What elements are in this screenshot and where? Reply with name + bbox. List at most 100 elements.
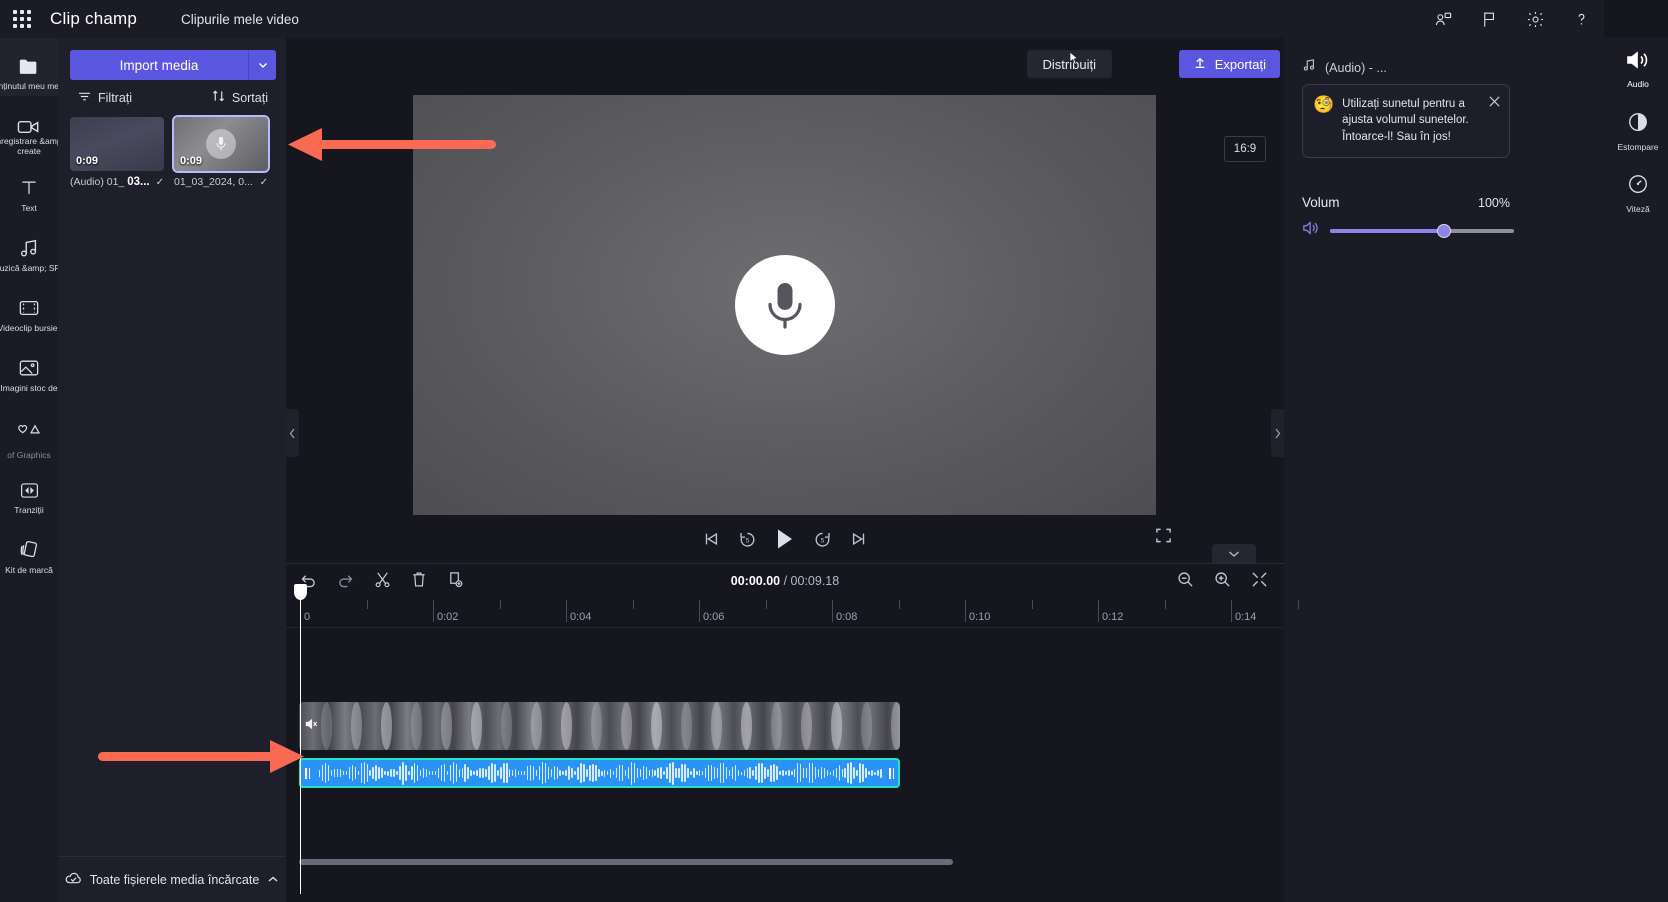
video-clip[interactable]	[299, 702, 900, 750]
sidebar-item-brand-kit[interactable]: Kit de marcă	[0, 520, 58, 580]
fullscreen-button[interactable]	[1155, 527, 1172, 549]
tab-speed[interactable]: Viteză	[1608, 162, 1668, 224]
split-button[interactable]	[374, 571, 391, 588]
help-question-icon[interactable]	[1558, 0, 1604, 38]
tab-fade[interactable]: Estompare	[1608, 100, 1668, 162]
brand-cards-icon	[18, 538, 40, 562]
heart-triangle-icon	[16, 421, 42, 437]
tab-audio[interactable]: Audio	[1608, 38, 1668, 100]
share-person-icon[interactable]	[1420, 0, 1466, 38]
time-separator: /	[780, 574, 791, 588]
timeline-left-tools	[300, 571, 464, 588]
preview-stage: Distribuiți Exportați 16:9 5 5	[286, 38, 1284, 563]
mouse-cursor	[1070, 52, 1078, 65]
chevron-down-icon[interactable]	[248, 50, 276, 80]
sidebar-item-graphics[interactable]: of Graphics	[0, 398, 58, 460]
playhead[interactable]	[294, 584, 307, 894]
settings-gear-icon[interactable]	[1512, 0, 1558, 38]
speaker-icon[interactable]	[1302, 220, 1320, 241]
properties-tab-rail: Audio Estompare Viteză	[1608, 38, 1668, 902]
filmstrip-frame	[411, 702, 422, 750]
project-name[interactable]: Clipurile mele video	[181, 12, 299, 27]
volume-label: Volum	[1302, 195, 1340, 210]
sidebar-item-label: Videoclip bursier	[0, 323, 61, 334]
collapse-right-panel-button[interactable]	[1271, 409, 1284, 457]
ruler-tick-minor	[765, 600, 767, 609]
sidebar-item-stock-images[interactable]: Imagini stoc de	[0, 338, 58, 398]
tip-callout: 🧐 Utilizați sunetul pentru a ajusta volu…	[1302, 84, 1510, 158]
timeline-right-tools	[1177, 571, 1268, 588]
filmstrip-frame	[831, 702, 842, 750]
ruler-tick	[699, 600, 700, 622]
microphone-icon	[734, 255, 835, 355]
zoom-in-button[interactable]	[1214, 571, 1231, 588]
ruler-label: 0:06	[703, 611, 725, 623]
thinking-face-emoji-icon: 🧐	[1313, 95, 1335, 114]
filter-button[interactable]: Filtrați	[78, 91, 132, 105]
redo-button[interactable]	[337, 571, 354, 588]
collapse-left-panel-button[interactable]	[286, 409, 299, 457]
avatar[interactable]	[1604, 0, 1668, 38]
sidebar-item-text[interactable]: Text	[0, 158, 58, 218]
sidebar-item-transitions[interactable]: Tranziții	[0, 460, 58, 520]
media-panel: Import media Filtrați Sortați 0:09 (Audi…	[58, 38, 286, 902]
filmstrip-frame	[891, 702, 900, 750]
sidebar-item-stock-video[interactable]: Videoclip bursier	[0, 278, 61, 338]
sidebar-item-label: Muzică &amp; SFX	[0, 263, 65, 274]
volume-slider-row[interactable]	[1302, 220, 1514, 241]
chevron-up-icon[interactable]	[267, 873, 279, 887]
ruler-tick	[1231, 600, 1232, 622]
zoom-out-button[interactable]	[1177, 571, 1194, 588]
sidebar-item-record-create[interactable]: Înregistrare &amp; create	[0, 96, 64, 158]
volume-slider-track[interactable]	[1330, 223, 1514, 238]
volume-slider-knob[interactable]	[1437, 223, 1452, 238]
fit-timeline-button[interactable]	[1251, 571, 1268, 588]
text-t-icon	[19, 176, 39, 200]
playhead-knob[interactable]	[294, 584, 307, 600]
sidebar-item-music-sfx[interactable]: Muzică &amp; SFX	[0, 218, 65, 278]
audio-clip[interactable]	[299, 758, 900, 788]
media-thumbnail[interactable]: 0:09	[70, 117, 164, 171]
import-media-button[interactable]: Import media	[70, 50, 248, 80]
top-bar: Clip champ Clipurile mele video	[0, 0, 1668, 38]
clip-trim-handle-left[interactable]	[303, 762, 312, 784]
microphone-icon	[206, 129, 236, 159]
app-launcher-icon[interactable]	[0, 10, 44, 28]
media-thumbnail[interactable]: 0:09	[172, 115, 270, 173]
delete-button[interactable]	[411, 571, 427, 588]
media-item-audio[interactable]: 0:09 (Audio) 01_ 03... ✓	[70, 117, 164, 188]
clip-trim-handle-right[interactable]	[887, 762, 896, 784]
media-item-name: 01_03_2024, 0...	[174, 176, 253, 188]
ruler-tick	[1098, 600, 1099, 622]
aspect-ratio-button[interactable]: 16:9	[1224, 136, 1266, 162]
skip-to-end-button[interactable]	[850, 530, 868, 548]
skip-to-start-button[interactable]	[702, 530, 720, 548]
rewind-5s-button[interactable]: 5	[738, 530, 757, 549]
all-uploaded-media-button[interactable]: Toate fișierele media încărcate	[58, 856, 286, 902]
properties-panel: (Audio) - ... 🧐 Utilizați sunetul pentru…	[1284, 38, 1668, 902]
sidebar-item-my-media[interactable]: Conținutul meu media	[0, 38, 70, 96]
filmstrip-frame	[651, 702, 662, 750]
forward-5s-button[interactable]: 5	[813, 530, 832, 549]
panel-toggle-button[interactable]	[1212, 544, 1256, 564]
video-canvas[interactable]	[413, 95, 1156, 515]
ruler-tick-minor	[632, 600, 634, 609]
music-note-icon	[1302, 58, 1316, 77]
sort-label: Sortați	[231, 90, 268, 105]
timeline-horizontal-scrollbar[interactable]	[299, 859, 953, 865]
play-button[interactable]	[775, 528, 795, 550]
upload-icon	[1193, 56, 1207, 73]
sort-button[interactable]: Sortați	[212, 90, 268, 105]
close-icon[interactable]	[1488, 95, 1501, 113]
flag-feedback-icon[interactable]	[1466, 0, 1512, 38]
speaker-mute-icon[interactable]	[305, 717, 318, 735]
all-media-label: Toate fișierele media încărcate	[89, 872, 260, 887]
export-button[interactable]: Exportați	[1178, 50, 1280, 78]
timeline-ruler[interactable]: 0 0:02 0:04 0:06 0:08 0:10 0:12 0:14	[286, 600, 1299, 628]
brand-label: Clip champ	[50, 9, 138, 28]
duplicate-button[interactable]	[447, 571, 464, 588]
ruler-label: 0:04	[570, 611, 592, 623]
volume-row: Volum 100%	[1302, 195, 1510, 210]
timecode-display: 00:00.00 / 00:09.18	[731, 574, 839, 588]
media-item-video[interactable]: 0:09 01_03_2024, 0... ✓	[172, 115, 270, 188]
